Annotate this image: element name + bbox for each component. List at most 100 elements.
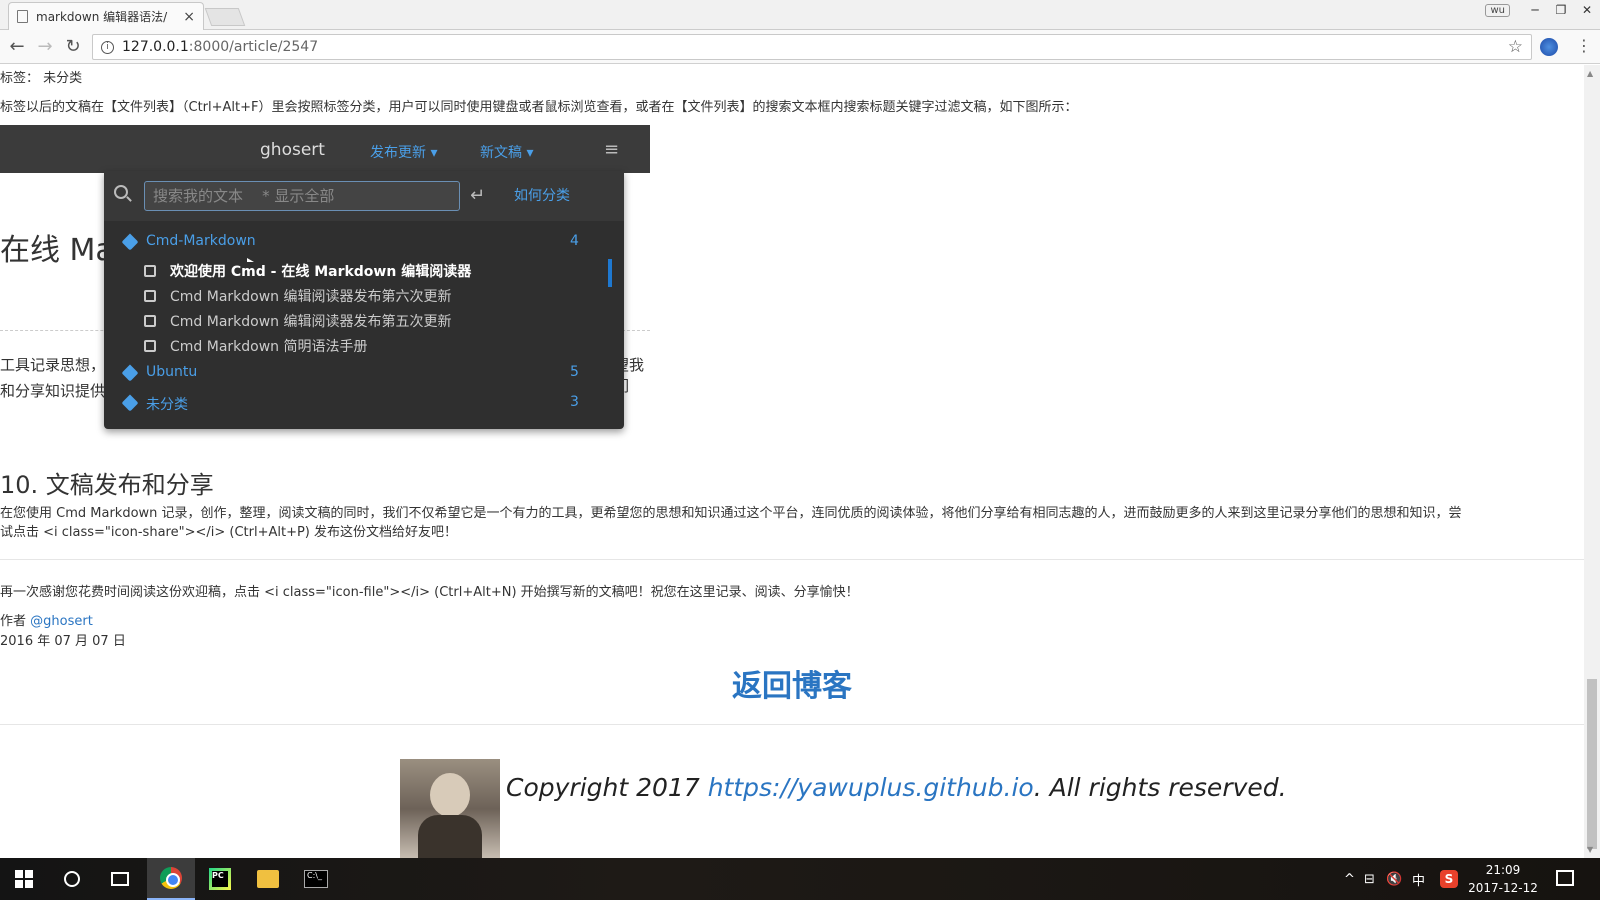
doc-name: Cmd Markdown 编辑阅读器发布第六次更新 <box>170 289 452 305</box>
scroll-up-arrow[interactable]: ▲ <box>1587 69 1593 78</box>
tag-count: 3 <box>570 394 579 410</box>
tag-name: Cmd-Markdown <box>146 233 256 249</box>
windows-logo-icon <box>15 870 33 888</box>
chrome-icon <box>160 867 182 889</box>
doc-name: Cmd Markdown 编辑阅读器发布第五次更新 <box>170 314 452 330</box>
copyright-line: Copyright 2017 https://yawuplus.github.i… <box>506 773 1287 802</box>
author-link[interactable]: @ghosert <box>30 614 93 629</box>
tray-overflow[interactable]: ^ <box>1344 858 1355 900</box>
restore-icon[interactable]: ❐ <box>1548 3 1574 17</box>
doc-name: 欢迎使用 Cmd - 在线 Markdown 编辑阅读器 <box>170 264 472 280</box>
page-content: 标签： 未分类 标签以后的文稿在【文件列表】（Ctrl+Alt+F）里会按照标签… <box>0 65 1584 858</box>
pycharm-icon <box>209 868 231 890</box>
photo-coat <box>418 815 482 858</box>
how-to-categorize-link[interactable]: 如何分类 <box>514 185 570 205</box>
divider <box>0 559 1584 560</box>
editor-bg-title: 在线 Ma <box>0 233 114 268</box>
address-bar[interactable]: i 127.0.0.1:8000/article/2547 ☆ <box>92 34 1532 60</box>
folder-icon <box>257 870 279 888</box>
scroll-down-arrow[interactable]: ▼ <box>1587 845 1593 854</box>
doc-row[interactable]: Cmd Markdown 编辑阅读器发布第五次更新 <box>104 309 624 333</box>
minimize-icon[interactable]: ─ <box>1522 3 1548 17</box>
copyright-prefix: Copyright 2017 <box>506 773 708 802</box>
clock[interactable]: 21:09 2017-12-12 <box>1468 861 1538 897</box>
new-doc-menu: 新文稿 ▾ <box>480 145 534 161</box>
start-button[interactable] <box>0 858 48 900</box>
window-controls: wu ─ ❐ ✕ <box>1485 0 1600 20</box>
tab-strip: markdown 编辑器语法/ × wu ─ ❐ ✕ <box>0 0 1600 30</box>
copyright-suffix: . All rights reserved. <box>1033 773 1287 802</box>
doc-icon <box>144 315 156 327</box>
tag-icon <box>121 394 139 412</box>
tag-icon <box>121 233 139 251</box>
tag-row[interactable]: Ubuntu 5 <box>104 362 624 386</box>
search-row: ↵ 如何分类 <box>104 171 624 221</box>
info-icon[interactable]: i <box>101 40 114 54</box>
task-view-icon <box>111 872 129 886</box>
tag-icon <box>121 364 139 382</box>
task-view-button[interactable] <box>96 858 144 900</box>
date-line: 2016 年 07 月 07 日 <box>0 634 126 649</box>
notification-icon[interactable] <box>1556 870 1574 886</box>
taskbar-terminal[interactable]: C:\_ <box>292 858 340 900</box>
publish-menu: 发布更新 ▾ <box>370 145 438 161</box>
doc-icon <box>144 340 156 352</box>
thanks-paragraph: 再一次感谢您花费时间阅读这份欢迎稿，点击 <i class="icon-file… <box>0 585 859 600</box>
doc-row[interactable]: 欢迎使用 Cmd - 在线 Markdown 编辑阅读器 <box>104 259 624 283</box>
taskbar-file-explorer[interactable] <box>244 858 292 900</box>
search-input[interactable] <box>144 181 460 211</box>
intro-paragraph: 标签以后的文稿在【文件列表】（Ctrl+Alt+F）里会按照标签分类，用户可以同… <box>0 100 1078 115</box>
url-text[interactable]: 127.0.0.1:8000/article/2547 <box>122 39 318 55</box>
share-paragraph-line: 试点击 <i class="icon-share"></i> (Ctrl+Alt… <box>0 525 458 540</box>
ime-language[interactable]: 中 <box>1412 858 1425 900</box>
list-scroll-indicator <box>608 259 612 287</box>
editor-screenshot: ghosert 发布更新 ▾ 新文稿 ▾ ≡ 在线 Ma 工具记录思想， 和分享… <box>0 125 650 449</box>
doc-icon <box>144 265 156 277</box>
author-photo <box>400 759 500 858</box>
page-icon <box>17 10 28 23</box>
cortana-button[interactable] <box>48 858 96 900</box>
tag-count: 4 <box>570 233 579 249</box>
doc-icon <box>144 290 156 302</box>
extension-icon[interactable] <box>1540 38 1558 56</box>
tag-name: 未分类 <box>146 397 188 413</box>
author-prefix: 作者 <box>0 614 27 629</box>
profile-badge[interactable]: wu <box>1485 3 1510 17</box>
mouse-cursor <box>247 258 254 262</box>
page-scrollbar[interactable]: ▲ ▼ <box>1584 65 1600 858</box>
volume-icon[interactable]: 🔇 <box>1386 858 1402 900</box>
tag-line: 标签： 未分类 <box>0 71 83 86</box>
taskbar-chrome[interactable] <box>147 858 195 900</box>
bookmark-star-icon[interactable]: ☆ <box>1508 37 1523 57</box>
clock-time: 21:09 <box>1485 863 1521 877</box>
url-path: :8000/article/2547 <box>188 39 319 55</box>
terminal-icon: C:\_ <box>304 870 328 888</box>
close-window-icon[interactable]: ✕ <box>1574 3 1600 17</box>
browser-tab[interactable]: markdown 编辑器语法/ × <box>8 2 204 30</box>
back-to-blog-link: 返回博客 <box>0 661 1584 705</box>
back-icon[interactable]: ← <box>6 36 28 58</box>
back-to-blog-text[interactable]: 返回博客 <box>732 669 852 704</box>
tag-row[interactable]: Cmd-Markdown 4 <box>104 231 624 255</box>
editor-brand: ghosert <box>260 140 325 160</box>
taskbar: C:\_ ^ ⊟ 🔇 中 S 21:09 2017-12-12 <box>0 858 1600 900</box>
search-icon <box>114 185 128 199</box>
enter-icon: ↵ <box>470 185 486 206</box>
file-list-dropdown: ↵ 如何分类 Cmd-Markdown 4 欢迎使用 Cmd - 在线 Mark… <box>104 171 624 429</box>
scroll-thumb[interactable] <box>1587 679 1597 849</box>
ime-s-icon[interactable]: S <box>1440 858 1458 900</box>
doc-row[interactable]: Cmd Markdown 编辑阅读器发布第六次更新 <box>104 284 624 308</box>
new-tab-button[interactable] <box>204 8 246 26</box>
copyright-link[interactable]: https://yawuplus.github.io <box>708 773 1034 802</box>
network-icon[interactable]: ⊟ <box>1364 858 1375 900</box>
doc-row[interactable]: Cmd Markdown 简明语法手册 <box>104 334 624 358</box>
tag-name: Ubuntu <box>146 364 198 380</box>
tab-title: markdown 编辑器语法/ <box>36 10 168 24</box>
clock-date: 2017-12-12 <box>1468 881 1538 895</box>
taskbar-pycharm[interactable] <box>196 858 244 900</box>
tab-close-icon[interactable]: × <box>183 9 195 25</box>
tag-row[interactable]: 未分类 3 <box>104 392 624 416</box>
forward-icon[interactable]: → <box>34 36 56 58</box>
reload-icon[interactable]: ↻ <box>62 36 84 58</box>
browser-menu-icon[interactable]: ⋮ <box>1576 36 1592 55</box>
